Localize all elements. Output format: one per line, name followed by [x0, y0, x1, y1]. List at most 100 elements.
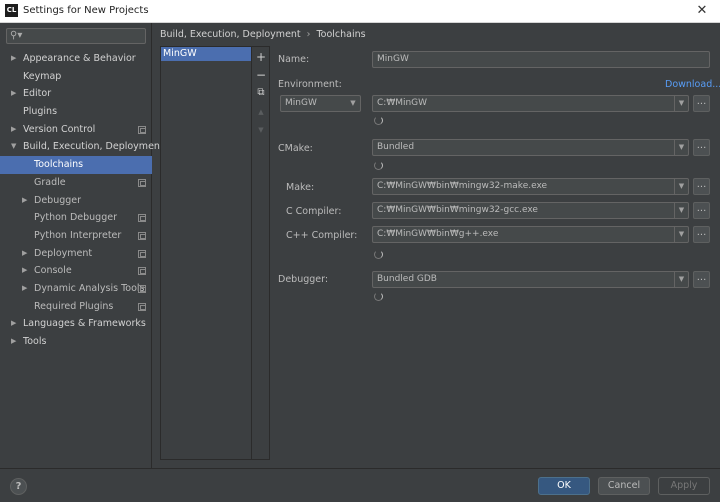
- cmake-label: CMake:: [278, 143, 313, 154]
- add-icon[interactable]: +: [253, 49, 269, 65]
- chevron-right-icon[interactable]: ▶: [11, 333, 16, 351]
- settings-sidebar: ⚲▾ ▶ Appearance & Behavior Keymap ▶ Editor Pl…: [0, 23, 164, 468]
- apply-button: Apply: [658, 477, 710, 495]
- cmake-value: Bundled: [377, 142, 415, 152]
- project-settings-icon: [138, 178, 146, 187]
- window-title: Settings for New Projects: [23, 5, 149, 16]
- cmake-combo[interactable]: Bundled ▼: [372, 139, 689, 156]
- name-field[interactable]: MinGW: [372, 51, 710, 68]
- chevron-right-icon[interactable]: ▶: [22, 280, 27, 298]
- cpp-compiler-combo[interactable]: C:₩MinGW₩bin₩g++.exe ▼: [372, 226, 689, 243]
- make-value: C:₩MinGW₩bin₩mingw32-make.exe: [377, 181, 548, 191]
- ok-button[interactable]: OK: [538, 477, 590, 495]
- environment-path-combo[interactable]: C:₩MinGW ▼: [372, 95, 689, 112]
- search-input[interactable]: [27, 30, 142, 42]
- environment-browse-button[interactable]: ...: [693, 95, 710, 112]
- sidebar-item-label: Debugger: [34, 194, 82, 206]
- sidebar-item-toolchains[interactable]: Toolchains: [0, 156, 152, 174]
- sidebar-item-build-execution-deployment[interactable]: ▼ Build, Execution, Deployment: [0, 138, 164, 156]
- cpp-compiler-browse-button[interactable]: ...: [693, 226, 710, 243]
- settings-search[interactable]: ⚲▾: [6, 28, 146, 44]
- sidebar-item-dynamic-analysis-tools[interactable]: ▶ Dynamic Analysis Tools: [0, 280, 152, 298]
- sidebar-item-label: Plugins: [23, 106, 58, 118]
- sidebar-item-languages-frameworks[interactable]: ▶ Languages & Frameworks: [0, 315, 152, 333]
- name-label: Name:: [278, 54, 310, 65]
- chevron-right-icon[interactable]: ▶: [11, 315, 16, 333]
- debugger-label: Debugger:: [278, 274, 329, 285]
- sidebar-item-label: Python Interpreter: [34, 229, 122, 241]
- clion-logo-icon: CL: [5, 4, 18, 17]
- sidebar-item-label: Gradle: [34, 176, 66, 188]
- settings-tree: ▶ Appearance & Behavior Keymap ▶ Editor Plugi…: [0, 50, 164, 351]
- sidebar-item-python-interpreter[interactable]: Python Interpreter: [0, 227, 152, 245]
- debugger-combo[interactable]: Bundled GDB ▼: [372, 271, 689, 288]
- cancel-button[interactable]: Cancel: [598, 477, 650, 495]
- sidebar-item-label: Console: [34, 265, 72, 277]
- chevron-right-icon[interactable]: ▶: [11, 85, 16, 103]
- c-compiler-label: C Compiler:: [286, 206, 342, 217]
- close-icon[interactable]: ✕: [694, 3, 710, 18]
- chevron-right-icon[interactable]: ▶: [22, 262, 27, 280]
- c-compiler-combo[interactable]: C:₩MinGW₩bin₩mingw32-gcc.exe ▼: [372, 202, 689, 219]
- loading-spinner-icon: [374, 292, 383, 301]
- sidebar-item-console[interactable]: ▶ Console: [0, 262, 152, 280]
- sidebar-item-debugger[interactable]: ▶ Debugger: [0, 192, 152, 210]
- breadcrumb-current: Toolchains: [316, 29, 366, 40]
- chevron-down-icon: ▼: [674, 96, 688, 111]
- chevron-down-icon: ▼: [350, 99, 356, 107]
- sidebar-item-label: Required Plugins: [34, 300, 114, 312]
- breadcrumb-parent: Build, Execution, Deployment: [160, 29, 301, 40]
- chevron-down-icon: ▼: [674, 140, 688, 155]
- sidebar-item-label: Languages & Frameworks: [23, 318, 146, 330]
- sidebar-item-plugins[interactable]: Plugins: [0, 103, 152, 121]
- help-button[interactable]: ?: [10, 478, 27, 495]
- sidebar-item-label: Appearance & Behavior: [23, 53, 136, 64]
- sidebar-item-version-control[interactable]: ▶ Version Control: [0, 121, 152, 139]
- sidebar-item-label: Tools: [23, 336, 47, 347]
- chevron-right-icon[interactable]: ▶: [22, 192, 27, 210]
- debugger-browse-button[interactable]: ...: [693, 271, 710, 288]
- sidebar-item-label: Editor: [23, 88, 52, 100]
- sidebar-item-keymap[interactable]: Keymap: [0, 68, 152, 86]
- make-combo[interactable]: C:₩MinGW₩bin₩mingw32-make.exe ▼: [372, 178, 689, 195]
- move-down-icon: ▼: [258, 126, 264, 134]
- dialog-footer: ? OK Cancel Apply: [0, 468, 720, 502]
- sidebar-item-required-plugins[interactable]: Required Plugins: [0, 298, 152, 316]
- copy-icon[interactable]: ⧉: [253, 85, 269, 101]
- remove-icon[interactable]: −: [253, 67, 269, 83]
- toolchain-toolbar: + − ⧉ ▲ ▼: [252, 46, 270, 460]
- make-browse-button[interactable]: ...: [693, 178, 710, 195]
- chevron-right-icon[interactable]: ▶: [22, 245, 27, 263]
- sidebar-item-label: Version Control: [23, 123, 96, 135]
- c-compiler-value: C:₩MinGW₩bin₩mingw32-gcc.exe: [377, 205, 538, 215]
- chevron-down-icon: ▼: [674, 179, 688, 194]
- sidebar-item-gradle[interactable]: Gradle: [0, 174, 152, 192]
- search-icon: ⚲▾: [10, 30, 23, 41]
- environment-path-value: C:₩MinGW: [377, 98, 428, 108]
- sidebar-item-label: Dynamic Analysis Tools: [34, 282, 145, 294]
- project-settings-icon: [138, 249, 146, 258]
- toolchain-item-mingw[interactable]: MinGW: [161, 47, 251, 61]
- toolchain-list: MinGW: [160, 46, 252, 460]
- chevron-down-icon: ▼: [674, 227, 688, 242]
- chevron-down-icon[interactable]: ▼: [11, 138, 16, 156]
- project-settings-icon: [138, 125, 146, 134]
- sidebar-item-appearance-behavior[interactable]: ▶ Appearance & Behavior: [0, 50, 152, 68]
- sidebar-item-label: Deployment: [34, 247, 93, 259]
- sidebar-item-editor[interactable]: ▶ Editor: [0, 85, 152, 103]
- download-link[interactable]: Download...: [665, 79, 720, 90]
- chevron-down-icon: ▼: [674, 272, 688, 287]
- sidebar-item-deployment[interactable]: ▶ Deployment: [0, 245, 152, 263]
- environment-label: Environment:: [278, 79, 342, 90]
- environment-type-select[interactable]: MinGW ▼: [280, 95, 361, 112]
- sidebar-item-python-debugger[interactable]: Python Debugger: [0, 209, 152, 227]
- chevron-right-icon[interactable]: ▶: [11, 50, 16, 68]
- cpp-compiler-value: C:₩MinGW₩bin₩g++.exe: [377, 229, 499, 239]
- sidebar-item-label: Python Debugger: [34, 212, 117, 224]
- sidebar-item-label: Build, Execution, Deployment: [23, 141, 164, 153]
- chevron-right-icon[interactable]: ▶: [11, 121, 16, 139]
- breadcrumb: Build, Execution, Deployment › Toolchains: [160, 29, 366, 41]
- cmake-browse-button[interactable]: ...: [693, 139, 710, 156]
- sidebar-item-tools[interactable]: ▶ Tools: [0, 333, 152, 351]
- c-compiler-browse-button[interactable]: ...: [693, 202, 710, 219]
